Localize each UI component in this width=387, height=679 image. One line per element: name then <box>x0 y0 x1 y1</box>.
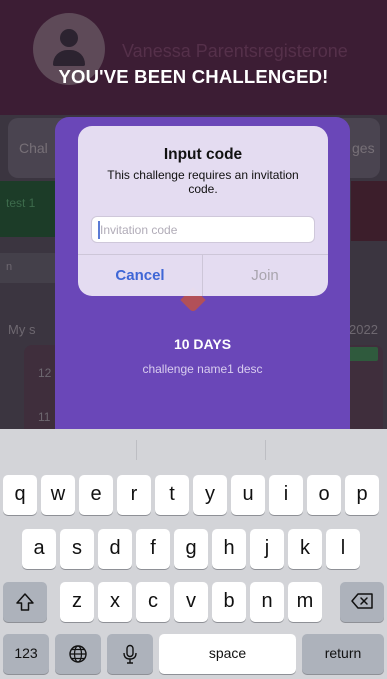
shift-icon <box>16 593 34 611</box>
space-key[interactable]: space <box>159 634 296 674</box>
key-f[interactable]: f <box>136 529 170 569</box>
key-w[interactable]: w <box>41 475 75 515</box>
background-tab-right: ges <box>352 140 375 156</box>
key-k[interactable]: k <box>288 529 322 569</box>
cancel-button[interactable]: Cancel <box>78 255 202 296</box>
alert-title: Input code <box>163 146 243 163</box>
profile-name: Vanessa Parentsregisterone <box>122 41 348 61</box>
text-caret <box>98 221 100 239</box>
challenge-description: challenge name1 desc <box>142 362 263 376</box>
key-n[interactable]: n <box>250 582 284 622</box>
key-x[interactable]: x <box>98 582 132 622</box>
key-u[interactable]: u <box>231 475 265 515</box>
background-section-label: My s <box>8 322 36 337</box>
background-year-label: 2022 <box>349 322 378 337</box>
screen: Vanessa Parentsregisterone Chal ges test… <box>0 0 387 679</box>
key-l[interactable]: l <box>326 529 360 569</box>
key-s[interactable]: s <box>60 529 94 569</box>
dictation-key[interactable] <box>107 634 153 674</box>
key-m[interactable]: m <box>288 582 322 622</box>
shift-key[interactable] <box>3 582 47 622</box>
key-d[interactable]: d <box>98 529 132 569</box>
key-z[interactable]: z <box>60 582 94 622</box>
key-o[interactable]: o <box>307 475 341 515</box>
key-i[interactable]: i <box>269 475 303 515</box>
key-p[interactable]: p <box>345 475 379 515</box>
globe-icon <box>69 645 87 663</box>
key-y[interactable]: y <box>193 475 227 515</box>
numbers-key[interactable]: 123 <box>3 634 49 674</box>
alert-message: This challenge requires an invitation co… <box>107 168 299 196</box>
invitation-code-input[interactable] <box>91 216 315 243</box>
join-button[interactable]: Join <box>203 255 327 296</box>
background-card-label: test 1 <box>6 196 36 210</box>
predictive-separator <box>136 440 137 460</box>
input-code-alert: Input code This challenge requires an in… <box>78 126 328 296</box>
key-v[interactable]: v <box>174 582 208 622</box>
backspace-icon <box>351 593 373 609</box>
globe-key[interactable] <box>55 634 101 674</box>
challenge-days: 10 DAYS <box>173 336 232 352</box>
background-status-tag <box>348 347 378 361</box>
key-r[interactable]: r <box>117 475 151 515</box>
key-e[interactable]: e <box>79 475 113 515</box>
predictive-separator <box>265 440 266 460</box>
delete-key[interactable] <box>340 582 384 622</box>
modal-title: YOU'VE BEEN CHALLENGED! <box>58 66 329 87</box>
key-t[interactable]: t <box>155 475 189 515</box>
key-q[interactable]: q <box>3 475 37 515</box>
avatar-shoulders-shape <box>53 50 85 66</box>
key-c[interactable]: c <box>136 582 170 622</box>
key-h[interactable]: h <box>212 529 246 569</box>
background-day-top: 12 <box>38 366 52 380</box>
key-g[interactable]: g <box>174 529 208 569</box>
key-b[interactable]: b <box>212 582 246 622</box>
background-tab-left: Chal <box>19 140 48 156</box>
avatar-head-shape <box>60 29 78 47</box>
key-j[interactable]: j <box>250 529 284 569</box>
keyboard: q w e r t y u i o p a s d f g h j k l z … <box>0 429 387 679</box>
key-a[interactable]: a <box>22 529 56 569</box>
background-card-red <box>351 181 387 241</box>
predictive-bar <box>0 429 387 467</box>
background-input-text: n <box>6 261 13 273</box>
return-key[interactable]: return <box>302 634 384 674</box>
microphone-icon <box>123 644 137 664</box>
background-day-bottom: 11 <box>38 410 51 424</box>
